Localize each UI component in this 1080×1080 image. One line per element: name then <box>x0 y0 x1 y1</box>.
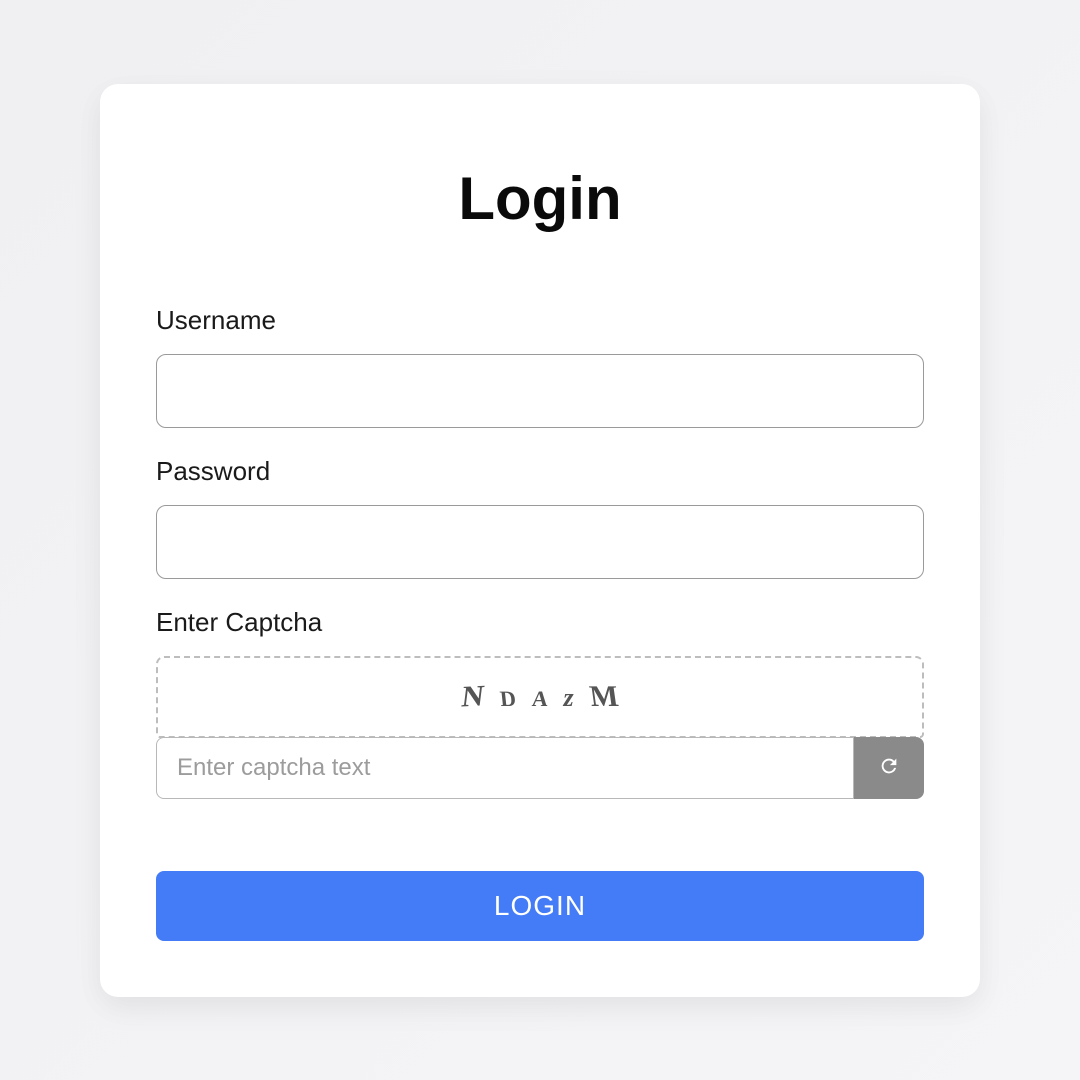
password-label: Password <box>156 456 924 487</box>
captcha-char-1: N <box>460 679 486 714</box>
captcha-char-4: z <box>564 683 574 713</box>
captcha-display: N D A z M <box>156 656 924 738</box>
password-field-group: Password <box>156 456 924 579</box>
captcha-char-2: D <box>498 686 517 712</box>
captcha-value-text: N D A z M <box>462 680 618 714</box>
username-label: Username <box>156 305 924 336</box>
captcha-field-group: Enter Captcha N D A z M <box>156 607 924 799</box>
captcha-char-3: A <box>531 686 549 712</box>
password-input[interactable] <box>156 505 924 579</box>
login-button[interactable]: LOGIN <box>156 871 924 941</box>
username-field-group: Username <box>156 305 924 428</box>
login-card: Login Username Password Enter Captcha N … <box>100 84 980 997</box>
username-input[interactable] <box>156 354 924 428</box>
page-title: Login <box>156 164 924 233</box>
captcha-input[interactable] <box>156 737 854 799</box>
captcha-refresh-button[interactable] <box>854 737 924 799</box>
captcha-input-row <box>156 737 924 799</box>
refresh-icon <box>878 755 900 780</box>
captcha-char-5: M <box>587 680 620 714</box>
captcha-label: Enter Captcha <box>156 607 924 638</box>
